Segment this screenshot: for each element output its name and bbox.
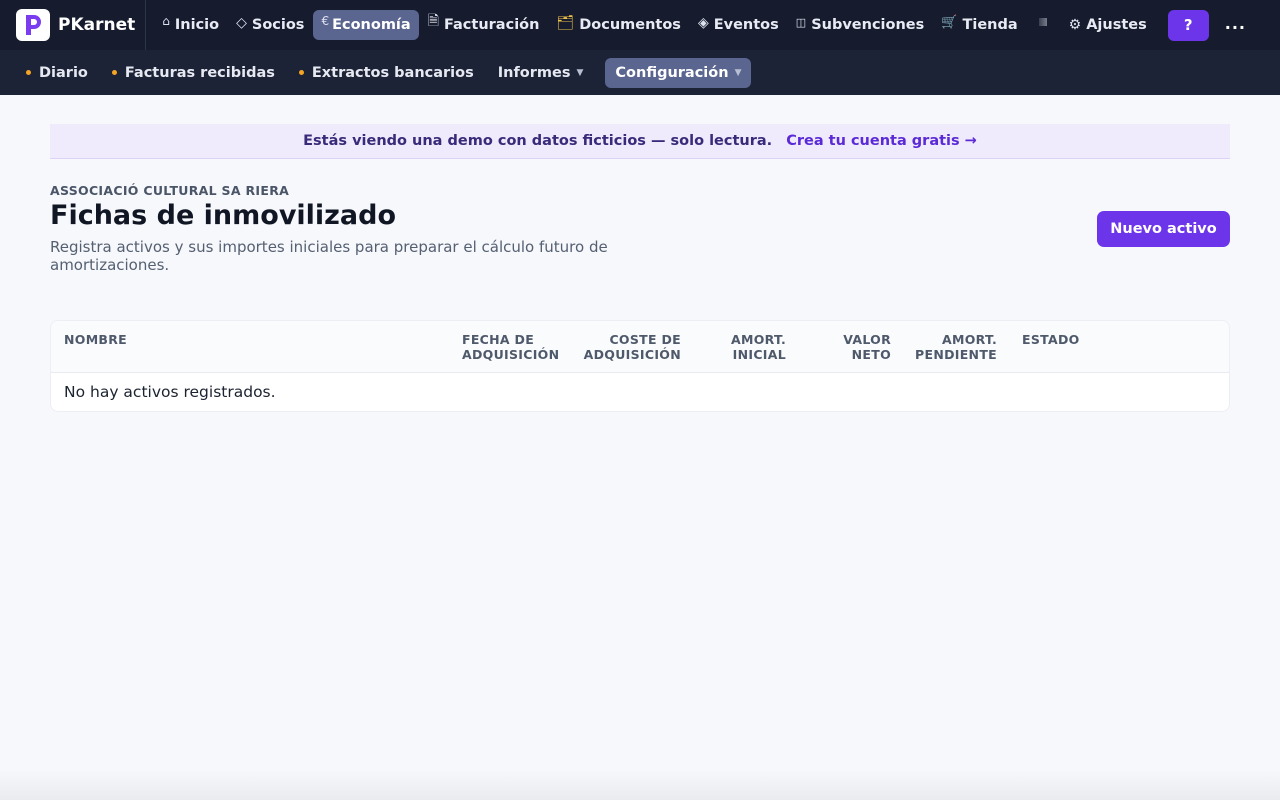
nav-item-socios[interactable]: ◇ Socios [228,10,312,40]
subnav-label: Configuración [615,64,729,81]
bottom-shadow [0,770,1280,800]
subnav-item-facturas-recibidas[interactable]: Facturas recibidas [110,58,285,88]
subnav-item-informes[interactable]: Informes ▼ [496,58,594,88]
table-header: NOMBRE FECHA DE ADQUISICIÓN COSTE DE ADQ… [51,321,1229,373]
nav-label: Economía [332,17,411,33]
nav-label: Socios [251,17,305,33]
assets-table: NOMBRE FECHA DE ADQUISICIÓN COSTE DE ADQ… [50,320,1230,412]
status-dot-icon [26,70,31,75]
nav-label: Documentos [579,17,681,33]
demo-banner: Estás viendo una demo con datos ficticio… [50,124,1230,159]
nav-label: Ajustes [1086,17,1147,33]
nav-item-subvenciones[interactable]: ◫ Subvenciones [788,10,932,40]
column-header-amort-pendiente[interactable]: AMORT. PENDIENTE [915,332,997,362]
top-navigation-bar: PKarnet ⌂ Inicio ◇ Socios € Economía 🗎 F… [0,0,1280,50]
folder-icon: 🗂 [556,15,575,31]
column-header-line: NOMBRE [64,332,128,347]
column-header-fecha-adquisicion[interactable]: FECHA DE ADQUISICIÓN [462,332,559,362]
column-header-line: INICIAL [732,347,786,362]
brand[interactable]: PKarnet [16,0,147,50]
demo-banner-text: Estás viendo una demo con datos ficticio… [303,133,773,149]
help-button[interactable]: ? [1167,9,1209,41]
nav-item-eventos[interactable]: ◈ Eventos [690,10,787,40]
column-header-line: NETO [851,347,891,362]
chevron-down-icon: ▼ [576,67,584,78]
column-header-amort-inicial[interactable]: AMORT. INICIAL [731,332,786,362]
column-header-line: AMORT. [942,332,997,347]
overflow-indicator-icon [1038,18,1047,26]
more-menu-button[interactable]: ... [1225,14,1246,33]
page-description: Registra activos y sus importes iniciale… [50,238,608,274]
new-asset-button[interactable]: Nuevo activo [1097,211,1230,247]
nav-item-documentos[interactable]: 🗂 Documentos [548,10,689,40]
cart-icon: 🛒 [941,14,958,30]
nav-label: Tienda [962,17,1018,33]
home-icon: ⌂ [162,14,170,28]
nav-label: Facturación [443,17,540,33]
subnav-item-extractos-bancarios[interactable]: Extractos bancarios [297,58,484,88]
subnav-item-configuracion[interactable]: Configuración ▼ [605,57,752,88]
receipt-icon: 🗎 [427,13,439,29]
gear-icon: ⚙ [1068,17,1082,33]
secondary-navigation-bar: Diario Facturas recibidas Extractos banc… [0,50,1280,95]
app-name: PKarnet [58,15,136,35]
column-header-estado[interactable]: ESTADO [1022,332,1080,347]
nav-label: Inicio [174,17,220,33]
chevron-down-icon: ▼ [734,67,742,78]
column-header-line: PENDIENTE [915,347,997,362]
nav-label: Eventos [713,17,779,33]
column-header-line: AMORT. [731,332,786,347]
nav-item-tienda[interactable]: 🛒 Tienda [933,10,1025,40]
subnav-label: Extractos bancarios [311,64,474,81]
column-header-line: ESTADO [1022,332,1080,347]
column-header-line: VALOR [843,332,891,347]
subnav-label: Facturas recibidas [124,64,275,81]
column-header-line: COSTE DE [609,332,681,347]
status-dot-icon [298,70,304,75]
nav-item-economia[interactable]: € Economía [313,10,419,40]
diamond-icon: ◇ [236,15,247,31]
organization-name: ASSOCIACIÓ CULTURAL SA RIERA [50,183,290,198]
subnav-item-diario[interactable]: Diario [24,58,98,88]
column-header-line: ADQUISICIÓN [462,347,560,362]
nav-item-ajustes[interactable]: ⚙ Ajustes [1061,10,1155,40]
page-title: Fichas de inmovilizado [50,200,396,231]
nav-item-inicio[interactable]: ⌂ Inicio [154,10,227,40]
euro-icon: € [321,14,330,28]
status-dot-icon [111,70,117,75]
subnav-label: Diario [39,64,88,81]
empty-table-message: No hay activos registrados. [64,383,276,401]
subnav-label: Informes [497,64,571,81]
column-header-coste-adquisicion[interactable]: COSTE DE ADQUISICIÓN [584,332,681,362]
column-header-line: ADQUISICIÓN [583,347,681,362]
pkarnet-logo-icon [16,9,50,41]
main-nav: ⌂ Inicio ◇ Socios € Economía 🗎 Facturaci… [154,10,1156,40]
event-diamond-icon: ◈ [697,15,709,31]
nav-label: Subvenciones [811,17,925,33]
column-header-valor-neto[interactable]: VALOR NETO [843,332,891,362]
create-account-link[interactable]: Crea tu cuenta gratis → [786,133,977,149]
column-header-line: FECHA DE [462,332,535,347]
nav-item-facturacion[interactable]: 🗎 Facturación [420,10,548,40]
column-header-nombre[interactable]: NOMBRE [64,332,127,347]
book-icon: ◫ [795,15,807,29]
